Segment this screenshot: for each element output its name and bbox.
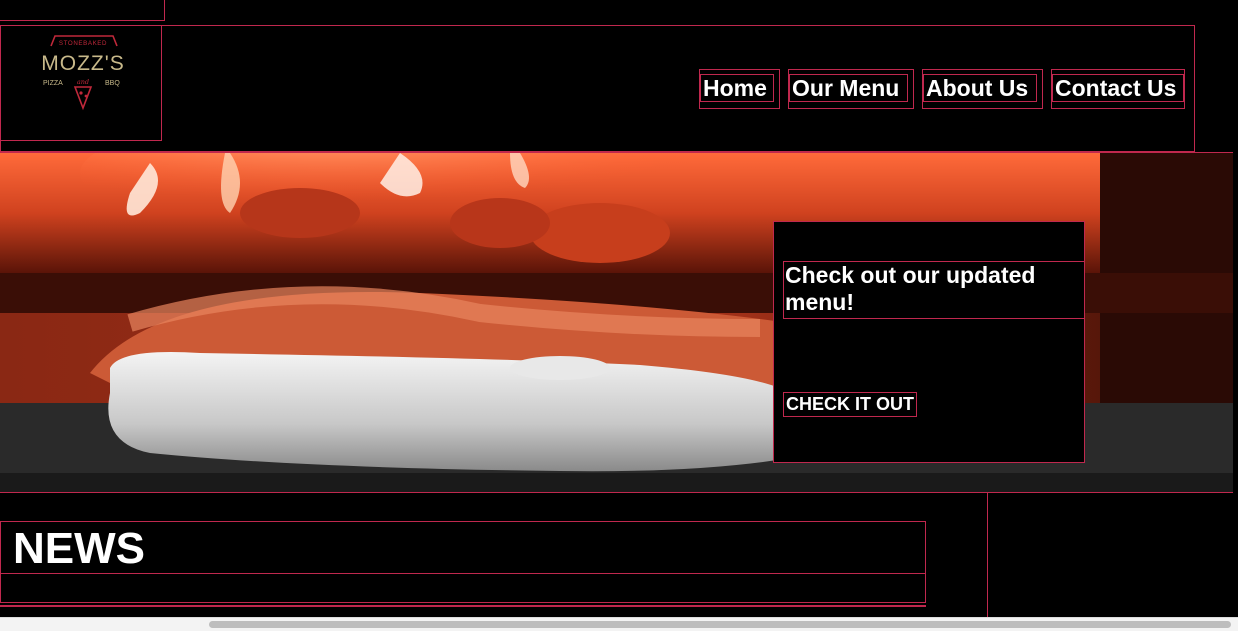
right-edge [1233,0,1238,617]
pizza-slice-icon [73,86,93,111]
top-outline-box [0,0,165,21]
nav-link-contact-us[interactable]: Contact Us [1052,74,1184,102]
nav-link-about-us[interactable]: About Us [923,74,1037,102]
nav-link-home[interactable]: Home [700,74,774,102]
scrollbar-thumb[interactable] [209,621,1231,628]
horizontal-scrollbar[interactable] [0,617,1238,631]
logo-left-text: PIZZA [43,80,63,87]
site-header: STONEBAKED MOZZ'S PIZZA and BBQ Home Our… [0,25,1195,152]
nav-item-our-menu: Our Menu [788,69,914,109]
sidebar-divider [987,492,988,622]
news-section: NEWS [0,521,926,631]
nav-link-our-menu[interactable]: Our Menu [789,74,908,102]
logo-name: MOZZ'S [41,52,125,75]
logo-middle-text: and [77,78,89,86]
nav-item-about-us: About Us [922,69,1043,109]
check-it-out-button[interactable]: CHECK IT OUT [783,392,917,417]
mozzs-logo[interactable]: STONEBAKED MOZZ'S PIZZA and BBQ [29,32,137,114]
news-heading: NEWS [13,524,145,573]
promo-title: Check out our updated menu! [783,261,1085,319]
page: STONEBAKED MOZZ'S PIZZA and BBQ Home Our… [0,0,1238,631]
news-divider [0,605,926,607]
logo-right-text: BBQ [105,80,120,87]
logo-container[interactable]: STONEBAKED MOZZ'S PIZZA and BBQ [1,26,162,141]
nav-item-home: Home [699,69,780,109]
news-heading-box: NEWS [0,521,926,574]
promo-card: Check out our updated menu! CHECK IT OUT [773,221,1085,463]
news-item-row [0,573,926,603]
nav-item-contact-us: Contact Us [1051,69,1185,109]
logo-top-text: STONEBAKED [59,40,107,47]
